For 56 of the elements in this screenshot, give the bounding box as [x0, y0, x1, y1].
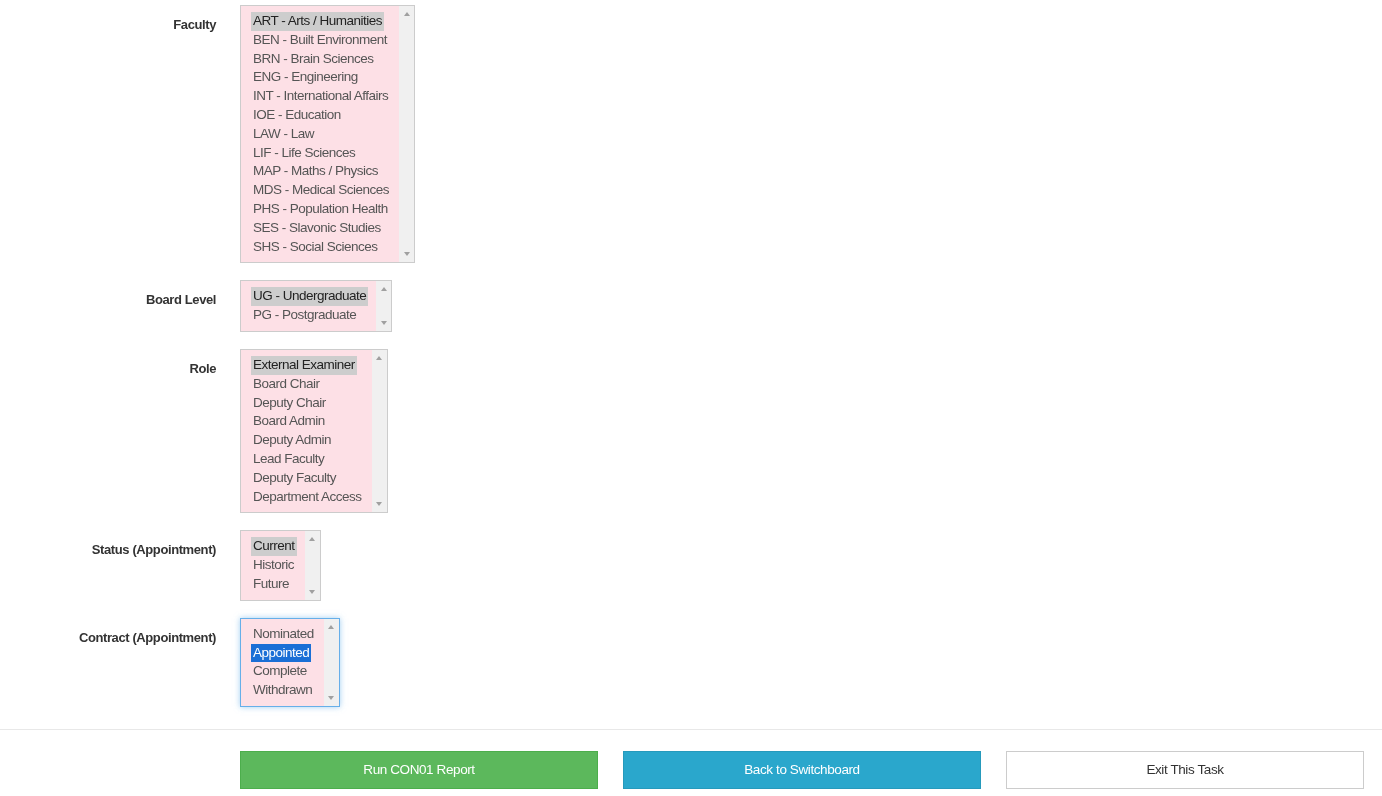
- list-option[interactable]: External Examiner: [251, 355, 357, 375]
- scrollbar[interactable]: [399, 6, 415, 263]
- list-option[interactable]: BRN - Brain Sciences: [251, 49, 376, 69]
- list-option[interactable]: Lead Faculty: [251, 449, 327, 469]
- list-option[interactable]: Department Access: [251, 487, 364, 507]
- list-option[interactable]: Appointed: [251, 643, 312, 663]
- list-option[interactable]: Deputy Admin: [251, 431, 334, 450]
- list-box[interactable]: UG - Undergraduate PG - Postgraduate: [240, 280, 393, 332]
- scrollbar[interactable]: [304, 531, 320, 600]
- list-option[interactable]: Nominated: [251, 624, 316, 644]
- list-option[interactable]: ART - Arts / Humanities: [251, 12, 385, 31]
- scroll-up-icon[interactable]: [376, 355, 383, 360]
- list-box[interactable]: [240, 5, 416, 264]
- list-box[interactable]: External Examiner Board Chair Deputy Chair Board Admin Deputy Admin Lead Faculty Deputy Faculty Department Access: [240, 348, 388, 514]
- list-option[interactable]: IOE - Education: [251, 106, 343, 125]
- list-option[interactable]: Historic: [251, 556, 296, 575]
- scrollbar[interactable]: [323, 618, 339, 706]
- list-option[interactable]: Withdrawn: [251, 681, 315, 700]
- field-label: Status (Appointment): [90, 541, 216, 558]
- scroll-down-icon[interactable]: [403, 252, 410, 257]
- list-option[interactable]: Board Admin: [251, 412, 327, 432]
- list-option[interactable]: UG - Undergraduate: [251, 287, 369, 307]
- action-button[interactable]: Exit This Task: [1006, 750, 1364, 789]
- list-option[interactable]: BEN - Built Environment: [251, 30, 390, 50]
- list-option[interactable]: MDS - Medical Sciences: [251, 181, 392, 200]
- list-box[interactable]: Current Historic Future: [240, 530, 321, 601]
- list-option[interactable]: ENG - Engineering: [251, 68, 360, 88]
- field-label: Faculty: [172, 16, 216, 32]
- scroll-up-icon[interactable]: [403, 12, 410, 16]
- list-option[interactable]: LIF - Life Sciences: [251, 143, 358, 163]
- scrollbar[interactable]: [376, 281, 392, 331]
- list-option[interactable]: Future: [251, 574, 292, 594]
- list-option[interactable]: PG - Postgraduate: [251, 306, 359, 325]
- list-option[interactable]: SHS - Social Sciences: [251, 237, 380, 257]
- scroll-down-icon[interactable]: [380, 320, 387, 325]
- field-label: Contract (Appointment): [77, 628, 216, 645]
- list-option[interactable]: SES - Slavonic Studies: [251, 218, 383, 238]
- scroll-up-icon[interactable]: [380, 287, 387, 292]
- list-option[interactable]: Deputy Chair: [251, 393, 328, 413]
- scrollbar[interactable]: [371, 349, 387, 513]
- scroll-down-icon[interactable]: [376, 502, 383, 507]
- list-box[interactable]: Nominated Appointed Complete Withdrawn: [240, 617, 340, 707]
- scroll-up-icon[interactable]: [309, 537, 315, 542]
- scroll-down-icon[interactable]: [328, 695, 335, 700]
- list-option[interactable]: MAP - Maths / Physics: [251, 162, 381, 182]
- scroll-down-icon[interactable]: [309, 589, 315, 594]
- list-option[interactable]: LAW - Law: [251, 124, 317, 144]
- field-label: Board Level: [145, 291, 216, 308]
- list-option[interactable]: Deputy Faculty: [251, 468, 339, 488]
- field-label: Role: [188, 359, 216, 376]
- list-option[interactable]: INT - International Affairs: [251, 87, 391, 106]
- list-option[interactable]: PHS - Population Health: [251, 199, 390, 219]
- list-option[interactable]: Current: [251, 537, 297, 557]
- list-option[interactable]: Complete: [251, 662, 309, 682]
- scroll-up-icon[interactable]: [328, 624, 335, 629]
- list-option[interactable]: Board Chair: [251, 374, 322, 394]
